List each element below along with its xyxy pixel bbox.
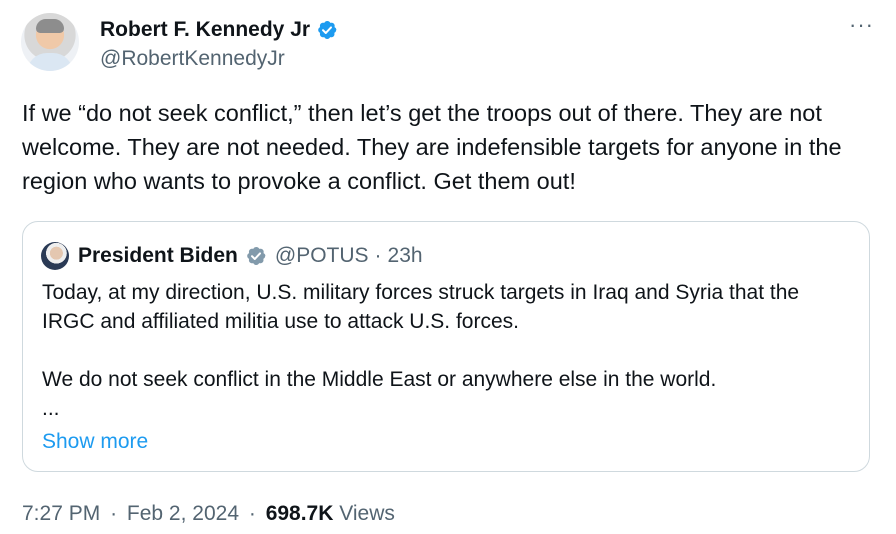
show-more-link[interactable]: Show more: [42, 428, 148, 456]
quote-header: President Biden @POTUS · 23h: [78, 242, 423, 270]
tweet-time[interactable]: 7:27 PM: [22, 502, 100, 525]
quote-separator: ·: [374, 244, 382, 267]
verified-badge-icon: [318, 21, 337, 39]
quote-handle: @POTUS: [274, 244, 369, 267]
meta-separator: ·: [110, 502, 118, 525]
quote-text: Today, at my direction, U.S. military fo…: [42, 281, 800, 420]
author-handle[interactable]: @RobertKennedyJr: [100, 46, 285, 72]
views-label: Views: [339, 502, 395, 525]
views-count: 698.7K: [265, 502, 334, 525]
tweet-text: If we “do not seek conflict,” then let’s…: [22, 100, 842, 194]
tweet-date[interactable]: Feb 2, 2024: [127, 502, 239, 525]
quoted-tweet[interactable]: President Biden @POTUS · 23h Today, at m…: [22, 221, 870, 472]
author-name-row[interactable]: Robert F. Kennedy Jr: [100, 17, 338, 43]
author-name[interactable]: Robert F. Kennedy Jr: [100, 17, 310, 43]
quote-author-name: President Biden: [78, 244, 238, 267]
government-badge-icon: [247, 247, 266, 265]
quote-time: 23h: [387, 244, 423, 267]
author-avatar[interactable]: [21, 13, 79, 71]
quote-avatar[interactable]: [41, 242, 69, 270]
meta-separator: ·: [248, 502, 256, 525]
tweet-meta: 7:27 PM · Feb 2, 2024 · 698.7K Views: [22, 500, 395, 528]
more-options-icon[interactable]: ···: [849, 12, 874, 38]
